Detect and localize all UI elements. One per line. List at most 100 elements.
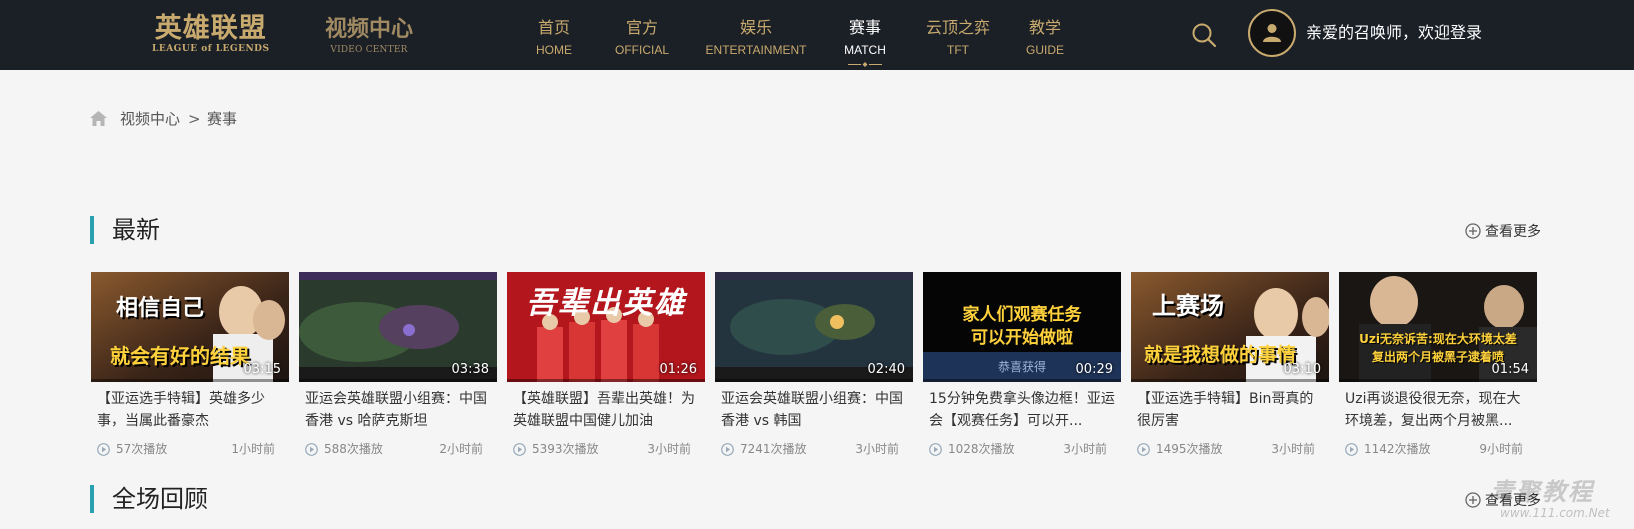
thumb-bottom-bar bbox=[1339, 379, 1537, 382]
nav-home-en: HOME bbox=[536, 43, 572, 57]
video-card[interactable]: 上赛场 就是我想做的事情 03:10 【亚运选手特辑】Bin哥真的很厉害 149… bbox=[1131, 272, 1329, 458]
nav-entertainment-cn: 娱乐 bbox=[739, 18, 772, 37]
nav-match[interactable]: 赛事 MATCH bbox=[829, 17, 901, 67]
avatar[interactable] bbox=[1248, 9, 1296, 57]
play-count-icon bbox=[1345, 443, 1358, 456]
video-thumbnail[interactable]: 02:40 bbox=[715, 272, 913, 382]
play-count-icon bbox=[721, 443, 734, 456]
video-duration: 00:29 bbox=[1075, 362, 1113, 377]
play-count-icon bbox=[1137, 443, 1150, 456]
search-button[interactable] bbox=[1191, 22, 1217, 48]
video-duration: 03:38 bbox=[451, 362, 489, 377]
video-meta: 7241次播放 3小时前 bbox=[715, 440, 913, 458]
nav-match-en: MATCH bbox=[844, 43, 886, 57]
video-duration: 01:54 bbox=[1491, 362, 1529, 377]
video-thumbnail[interactable]: 吾辈出英雄 01:26 bbox=[507, 272, 705, 382]
section-replay-title: 全场回顾 bbox=[90, 484, 208, 514]
video-duration: 03:10 bbox=[1283, 362, 1321, 377]
play-count: 1142次播放 bbox=[1364, 442, 1431, 456]
user-icon bbox=[1263, 24, 1281, 42]
video-thumbnail[interactable]: Uzi无奈诉苦:现在大环境太差 复出两个月被黑子逮着喷 01:54 bbox=[1339, 272, 1537, 382]
video-title[interactable]: 【亚运选手特辑】Bin哥真的很厉害 bbox=[1131, 388, 1329, 432]
video-thumbnail[interactable]: 03:38 bbox=[299, 272, 497, 382]
section-accent-bar bbox=[90, 216, 94, 244]
play-count: 1028次播放 bbox=[948, 442, 1015, 456]
latest-view-more-label: 查看更多 bbox=[1485, 224, 1541, 240]
video-duration: 02:40 bbox=[867, 362, 905, 377]
search-icon bbox=[1192, 23, 1217, 48]
section-latest-title: 最新 bbox=[90, 215, 160, 245]
video-meta: 5393次播放 3小时前 bbox=[507, 440, 705, 458]
breadcrumb-video-center[interactable]: 视频中心 bbox=[120, 108, 180, 130]
nav-entertainment-en: ENTERTAINMENT bbox=[705, 43, 807, 57]
thumb-text-top: 吾辈出英雄 bbox=[526, 286, 686, 321]
video-title[interactable]: Uzi再谈退役很无奈，现在大环境差，复出两个月被黑... bbox=[1339, 388, 1537, 432]
video-card[interactable]: 02:40 亚运会英雄联盟小组赛：中国香港 vs 韩国 7241次播放 3小时前 bbox=[715, 272, 913, 458]
section-accent-bar bbox=[90, 485, 94, 513]
nav-entertainment[interactable]: 娱乐 ENTERTAINMENT bbox=[700, 17, 812, 59]
video-meta: 1495次播放 3小时前 bbox=[1131, 440, 1329, 458]
thumb-text-top: 家人们观赛任务 bbox=[962, 305, 1082, 325]
nav-official-en: OFFICIAL bbox=[614, 43, 669, 57]
nav-match-cn: 赛事 bbox=[848, 18, 881, 37]
video-meta: 57次播放 1小时前 bbox=[91, 440, 289, 458]
watermark-text: 青聚教程 bbox=[1490, 478, 1594, 506]
publish-time: 3小时前 bbox=[855, 442, 899, 456]
thumb-bottom-bar bbox=[1131, 379, 1329, 382]
video-card[interactable]: 家人们观赛任务 可以开始做啦 恭喜获得 00:29 15分钟免费拿头像边框！亚运… bbox=[923, 272, 1121, 458]
play-count: 7241次播放 bbox=[740, 442, 807, 456]
thumb-text-top: 上赛场 bbox=[1152, 292, 1224, 320]
video-meta: 588次播放 2小时前 bbox=[299, 440, 497, 458]
video-title[interactable]: 【亚运选手特辑】英雄多少事，当属此番豪杰 bbox=[91, 388, 289, 432]
thumb-text-bottom: 可以开始做啦 bbox=[971, 328, 1073, 348]
video-card[interactable]: 相信自己 就会有好的结果 03:15 【亚运选手特辑】英雄多少事，当属此番豪杰 … bbox=[91, 272, 289, 458]
thumb-bottom-bar bbox=[91, 379, 289, 382]
watermark-url: www.111.com.Net bbox=[1500, 506, 1610, 520]
thumb-bottom-bar bbox=[923, 379, 1121, 382]
thumb-bottom-bar bbox=[299, 379, 497, 382]
video-meta: 1028次播放 3小时前 bbox=[923, 440, 1121, 458]
video-title[interactable]: 亚运会英雄联盟小组赛：中国香港 vs 韩国 bbox=[715, 388, 913, 432]
thumb-bottom-bar bbox=[715, 379, 913, 382]
video-title[interactable]: 15分钟免费拿头像边框！亚运会【观赛任务】可以开... bbox=[923, 388, 1121, 432]
nav-home[interactable]: 首页 HOME bbox=[518, 17, 590, 59]
section-latest-label: 最新 bbox=[112, 216, 160, 244]
video-card[interactable]: Uzi无奈诉苦:现在大环境太差 复出两个月被黑子逮着喷 01:54 Uzi再谈退… bbox=[1339, 272, 1537, 458]
nav-guide-cn: 教学 bbox=[1028, 18, 1061, 37]
nav-home-cn: 首页 bbox=[537, 18, 570, 37]
publish-time: 3小时前 bbox=[647, 442, 691, 456]
publish-time: 3小时前 bbox=[1271, 442, 1315, 456]
play-count-icon bbox=[513, 443, 526, 456]
video-thumbnail[interactable]: 家人们观赛任务 可以开始做啦 恭喜获得 00:29 bbox=[923, 272, 1121, 382]
site-watermark: 青聚教程 www.111.com.Net bbox=[1450, 472, 1634, 529]
video-title[interactable]: 亚运会英雄联盟小组赛：中国香港 vs 哈萨克斯坦 bbox=[299, 388, 497, 432]
home-icon[interactable] bbox=[90, 111, 107, 126]
section-replay-label: 全场回顾 bbox=[112, 485, 208, 513]
publish-time: 2小时前 bbox=[439, 442, 483, 456]
nav-tft-cn: 云顶之弈 bbox=[925, 18, 990, 37]
nav-tft-en: TFT bbox=[947, 43, 969, 57]
active-nav-indicator bbox=[848, 62, 882, 67]
play-count: 588次播放 bbox=[324, 442, 383, 456]
play-count: 57次播放 bbox=[116, 442, 168, 456]
latest-view-more[interactable]: 查看更多 bbox=[1465, 222, 1541, 242]
video-meta: 1142次播放 9小时前 bbox=[1339, 440, 1537, 458]
thumb-text-top: Uzi无奈诉苦:现在大环境太差 bbox=[1359, 332, 1517, 346]
nav-guide[interactable]: 教学 GUIDE bbox=[1009, 17, 1081, 59]
video-duration: 01:26 bbox=[659, 362, 697, 377]
login-link[interactable]: 亲爱的召唤师，欢迎登录 bbox=[1306, 22, 1482, 44]
video-card[interactable]: 吾辈出英雄 01:26 【英雄联盟】吾辈出英雄！为英雄联盟中国健儿加油 5393… bbox=[507, 272, 705, 458]
nav-tft[interactable]: 云顶之弈 TFT bbox=[918, 17, 998, 59]
play-count: 1495次播放 bbox=[1156, 442, 1223, 456]
video-thumbnail[interactable]: 上赛场 就是我想做的事情 03:10 bbox=[1131, 272, 1329, 382]
nav-guide-en: GUIDE bbox=[1025, 43, 1064, 57]
video-duration: 03:15 bbox=[243, 362, 281, 377]
video-thumbnail[interactable]: 相信自己 就会有好的结果 03:15 bbox=[91, 272, 289, 382]
top-navbar: 英雄联盟 LEAGUE of LEGENDS 视频中心 VIDEO CENTER… bbox=[0, 0, 1634, 70]
nav-official[interactable]: 官方 OFFICIAL bbox=[606, 17, 678, 59]
play-count-icon bbox=[929, 443, 942, 456]
video-title[interactable]: 【英雄联盟】吾辈出英雄！为英雄联盟中国健儿加油 bbox=[507, 388, 705, 432]
video-card[interactable]: 03:38 亚运会英雄联盟小组赛：中国香港 vs 哈萨克斯坦 588次播放 2小… bbox=[299, 272, 497, 458]
play-count-icon bbox=[97, 443, 110, 456]
plus-circle-icon bbox=[1465, 223, 1481, 239]
